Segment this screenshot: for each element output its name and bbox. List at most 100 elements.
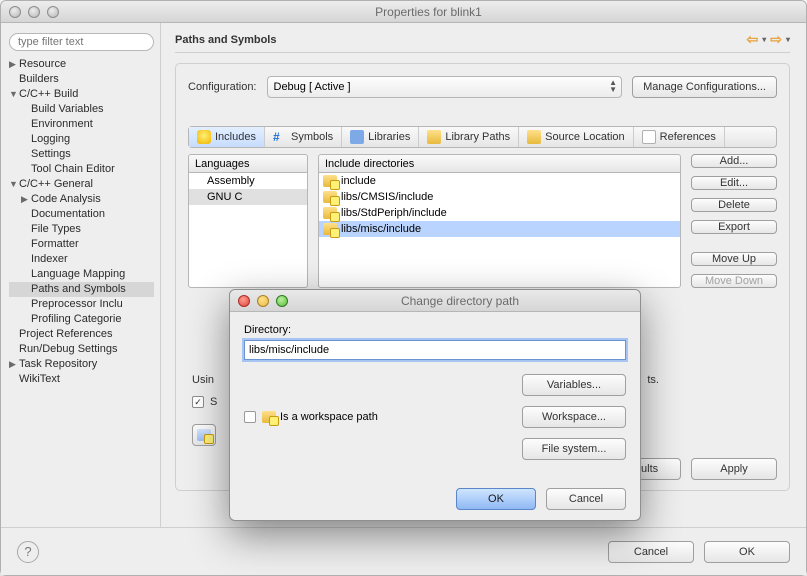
languages-header: Languages: [188, 154, 308, 172]
dialog-ok-button[interactable]: OK: [456, 488, 536, 510]
list-item[interactable]: include: [319, 173, 680, 189]
tab-libraries[interactable]: Libraries: [342, 127, 419, 147]
sidebar-item-label: Environment: [31, 117, 93, 132]
forward-menu-icon[interactable]: ▾: [786, 35, 790, 44]
close-icon[interactable]: [9, 6, 21, 18]
tab-label: Source Location: [545, 131, 625, 143]
sidebar-item[interactable]: Indexer: [9, 252, 154, 267]
list-item[interactable]: GNU C: [189, 189, 307, 205]
sidebar-item-label: Logging: [31, 132, 70, 147]
sidebar-item-label: Build Variables: [31, 102, 104, 117]
minimize-icon[interactable]: [257, 295, 269, 307]
configuration-value: Debug [ Active ]: [274, 81, 351, 93]
workspace-path-label: Is a workspace path: [280, 411, 378, 423]
sidebar-item[interactable]: Project References: [9, 327, 154, 342]
sidebar-item[interactable]: Run/Debug Settings: [9, 342, 154, 357]
page-title: Paths and Symbols: [175, 34, 276, 46]
sidebar-item[interactable]: Tool Chain Editor: [9, 162, 154, 177]
titlebar: Properties for blink1: [1, 1, 806, 23]
disclosure-icon: ▶: [21, 192, 31, 207]
list-item[interactable]: libs/misc/include: [319, 221, 680, 237]
include-path-label: libs/CMSIS/include: [341, 191, 433, 203]
sidebar-item[interactable]: Environment: [9, 117, 154, 132]
sidebar-item-label: Documentation: [31, 207, 105, 222]
workspace-path-checkbox[interactable]: [244, 411, 256, 423]
zoom-icon[interactable]: [276, 295, 288, 307]
sidebar-item[interactable]: Language Mapping: [9, 267, 154, 282]
category-tree[interactable]: ▶ResourceBuilders▼C/C++ BuildBuild Varia…: [9, 57, 154, 387]
import-icon-button[interactable]: [192, 424, 216, 446]
libraries-icon: [350, 130, 364, 144]
sidebar-item-label: File Types: [31, 222, 81, 237]
show-checkbox[interactable]: ✓: [192, 396, 204, 408]
sidebar-item[interactable]: Logging: [9, 132, 154, 147]
sidebar-item[interactable]: Formatter: [9, 237, 154, 252]
chevron-updown-icon: ▲▼: [609, 79, 617, 93]
include-dirs-list[interactable]: include libs/CMSIS/include libs/StdPeriph/…: [318, 172, 681, 288]
sidebar-item-label: Settings: [31, 147, 71, 162]
manage-configurations-button[interactable]: Manage Configurations...: [632, 76, 777, 98]
tab-source-location[interactable]: Source Location: [519, 127, 634, 147]
minimize-icon[interactable]: [28, 6, 40, 18]
include-path-label: libs/StdPeriph/include: [341, 207, 447, 219]
ok-button[interactable]: OK: [704, 541, 790, 563]
tab-library-paths[interactable]: Library Paths: [419, 127, 519, 147]
move-up-button[interactable]: Move Up: [691, 252, 777, 266]
tab-symbols[interactable]: #Symbols: [265, 127, 342, 147]
truncated-text-left: Usin: [192, 374, 214, 386]
sidebar-item[interactable]: ▶Task Repository: [9, 357, 154, 372]
directory-input[interactable]: [244, 340, 626, 360]
sidebar-item[interactable]: Paths and Symbols: [9, 282, 154, 297]
cancel-button[interactable]: Cancel: [608, 541, 694, 563]
sidebar-item[interactable]: Profiling Categorie: [9, 312, 154, 327]
tab-includes[interactable]: Includes: [189, 127, 265, 147]
list-item[interactable]: Assembly: [189, 173, 307, 189]
sidebar-item[interactable]: Build Variables: [9, 102, 154, 117]
add-button[interactable]: Add...: [691, 154, 777, 168]
close-icon[interactable]: [238, 295, 250, 307]
forward-icon[interactable]: ⇨: [770, 31, 782, 48]
sidebar-item[interactable]: Preprocessor Inclu: [9, 297, 154, 312]
export-button[interactable]: Export: [691, 220, 777, 234]
sidebar-item-label: Task Repository: [19, 357, 97, 372]
languages-list[interactable]: AssemblyGNU C: [188, 172, 308, 288]
sidebar-item[interactable]: ▼C/C++ Build: [9, 87, 154, 102]
variables-button[interactable]: Variables...: [522, 374, 626, 396]
sidebar-item-label: Tool Chain Editor: [31, 162, 115, 177]
workspace-button[interactable]: Workspace...: [522, 406, 626, 428]
list-item[interactable]: libs/StdPeriph/include: [319, 205, 680, 221]
source-location-icon: [527, 130, 541, 144]
sidebar-item[interactable]: ▶Resource: [9, 57, 154, 72]
truncated-text-right: ts.: [647, 374, 659, 386]
tab-label: Symbols: [291, 131, 333, 143]
sidebar-item[interactable]: ▼C/C++ General: [9, 177, 154, 192]
filter-input[interactable]: [9, 33, 154, 51]
zoom-icon[interactable]: [47, 6, 59, 18]
list-item[interactable]: libs/CMSIS/include: [319, 189, 680, 205]
dialog-cancel-button[interactable]: Cancel: [546, 488, 626, 510]
sidebar-item-label: Project References: [19, 327, 113, 342]
sidebar-item-label: Formatter: [31, 237, 79, 252]
separator: [175, 52, 790, 53]
configuration-select[interactable]: Debug [ Active ] ▲▼: [267, 76, 623, 98]
sidebar-item-label: Profiling Categorie: [31, 312, 122, 327]
apply-button[interactable]: Apply: [691, 458, 777, 480]
tab-references[interactable]: References: [634, 127, 725, 147]
sidebar-item[interactable]: ▶Code Analysis: [9, 192, 154, 207]
back-menu-icon[interactable]: ▾: [762, 35, 766, 44]
sidebar-item[interactable]: File Types: [9, 222, 154, 237]
filesystem-button[interactable]: File system...: [522, 438, 626, 460]
sidebar-item[interactable]: Builders: [9, 72, 154, 87]
help-icon[interactable]: ?: [17, 541, 39, 563]
change-directory-dialog: Change directory path Directory: Is a wo…: [229, 289, 641, 521]
edit-button[interactable]: Edit...: [691, 176, 777, 190]
properties-window: Properties for blink1 ▶ResourceBuilders▼…: [0, 0, 807, 576]
sidebar-item[interactable]: WikiText: [9, 372, 154, 387]
delete-button[interactable]: Delete: [691, 198, 777, 212]
folder-icon: [323, 223, 337, 235]
sidebar-item-label: Builders: [19, 72, 59, 87]
sidebar-item-label: Resource: [19, 57, 66, 72]
sidebar-item[interactable]: Documentation: [9, 207, 154, 222]
sidebar-item[interactable]: Settings: [9, 147, 154, 162]
back-icon[interactable]: ⇦: [747, 31, 759, 48]
